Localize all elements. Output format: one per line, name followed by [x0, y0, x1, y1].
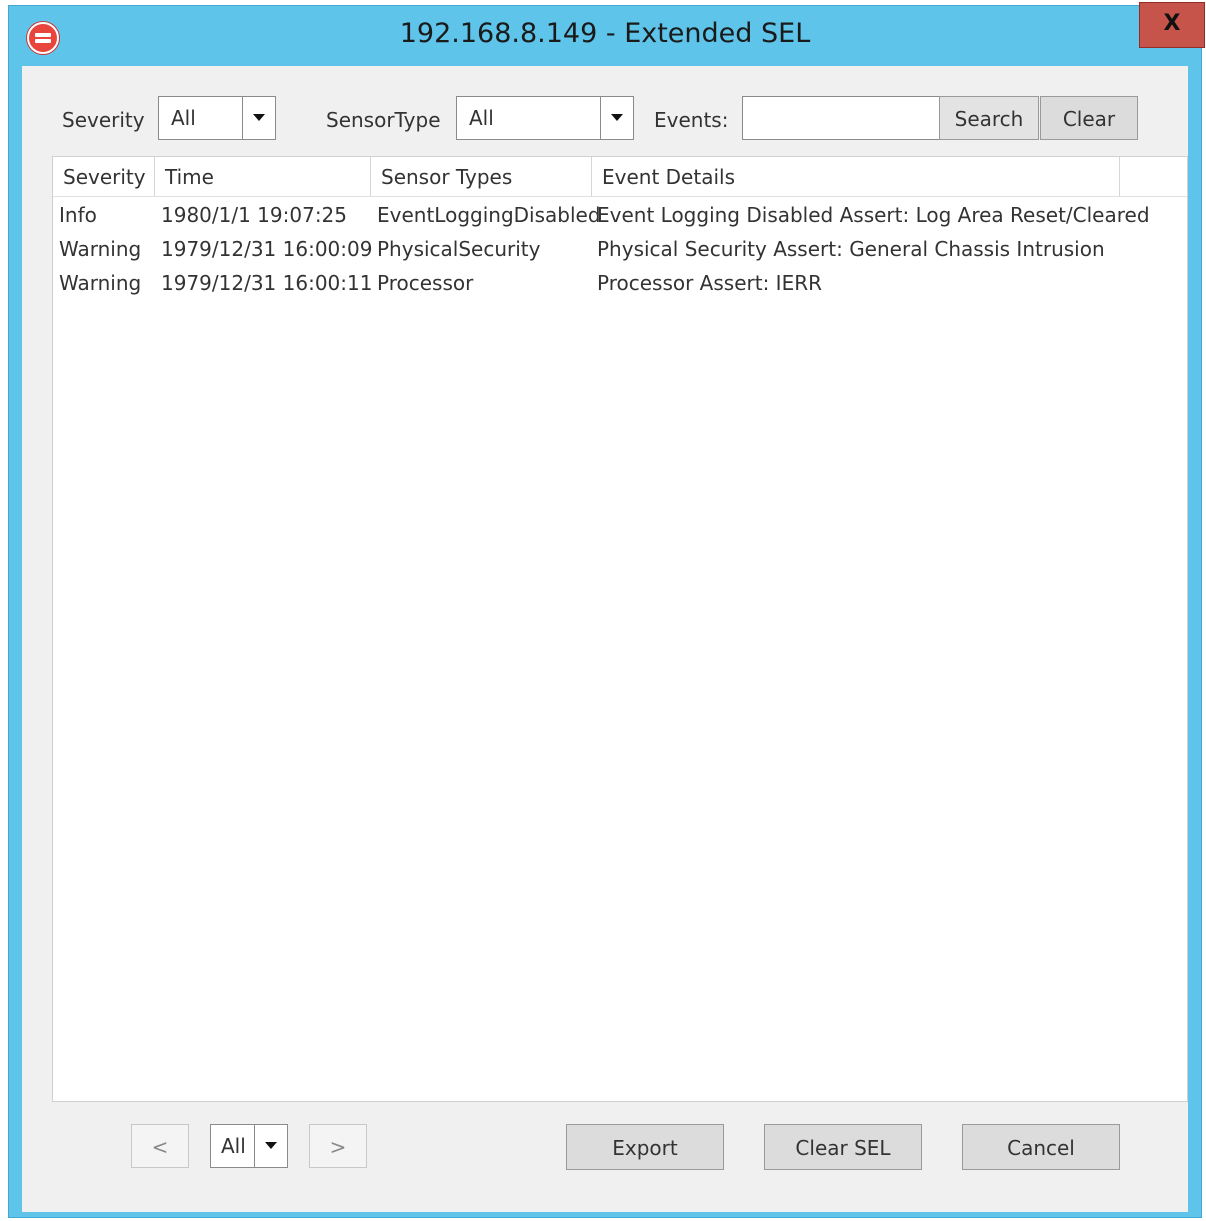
- next-page-button[interactable]: >: [309, 1124, 367, 1168]
- footer: < All > Export Clear SEL Cancel: [22, 1106, 1188, 1206]
- clear-sel-button[interactable]: Clear SEL: [764, 1124, 922, 1170]
- chevron-down-icon[interactable]: [242, 97, 275, 139]
- table-row[interactable]: Warning 1979/12/31 16:00:11 Processor Pr…: [53, 267, 1187, 301]
- cell-sensor-type: Processor: [377, 271, 474, 295]
- cell-severity: Warning: [59, 237, 142, 261]
- window-title: 192.168.8.149 - Extended SEL: [399, 18, 811, 49]
- page-value: All: [221, 1134, 246, 1158]
- severity-dropdown[interactable]: All: [158, 96, 276, 140]
- search-button[interactable]: Search: [939, 96, 1039, 140]
- column-header-event-details[interactable]: Event Details: [592, 157, 1120, 197]
- extended-sel-window: 192.168.8.149 - Extended SEL X Severity …: [8, 2, 1205, 1218]
- cell-time: 1979/12/31 16:00:09: [161, 237, 373, 261]
- cell-event-details: Physical Security Assert: General Chassi…: [597, 237, 1105, 261]
- cancel-button[interactable]: Cancel: [962, 1124, 1120, 1170]
- export-button[interactable]: Export: [566, 1124, 724, 1170]
- cell-event-details: Processor Assert: IERR: [597, 271, 822, 295]
- cell-time: 1980/1/1 19:07:25: [161, 203, 348, 227]
- page-dropdown[interactable]: All: [210, 1124, 288, 1168]
- table-header: Severity Time Sensor Types Event Details: [53, 157, 1187, 197]
- chevron-down-icon[interactable]: [600, 97, 633, 139]
- cell-severity: Info: [59, 203, 97, 227]
- sensortype-dropdown[interactable]: All: [456, 96, 634, 140]
- column-header-time[interactable]: Time: [155, 157, 371, 197]
- table-row[interactable]: Info 1980/1/1 19:07:25 EventLoggingDisab…: [53, 199, 1187, 233]
- column-header-sensor-types[interactable]: Sensor Types: [371, 157, 592, 197]
- close-button[interactable]: X: [1139, 2, 1205, 48]
- cell-sensor-type: EventLoggingDisabled: [377, 203, 601, 227]
- event-log-table: Severity Time Sensor Types Event Details…: [52, 156, 1188, 1102]
- events-label: Events:: [654, 108, 729, 132]
- events-search-input[interactable]: [742, 96, 940, 140]
- cell-sensor-type: PhysicalSecurity: [377, 237, 541, 261]
- previous-page-button[interactable]: <: [131, 1124, 189, 1168]
- severity-value: All: [171, 106, 196, 130]
- cell-time: 1979/12/31 16:00:11: [161, 271, 373, 295]
- sensortype-value: All: [469, 106, 494, 130]
- clear-button[interactable]: Clear: [1040, 96, 1138, 140]
- cell-event-details: Event Logging Disabled Assert: Log Area …: [597, 203, 1150, 227]
- table-row[interactable]: Warning 1979/12/31 16:00:09 PhysicalSecu…: [53, 233, 1187, 267]
- dialog-body: Severity All SensorType All Events: Sear…: [22, 66, 1188, 1212]
- cell-severity: Warning: [59, 271, 142, 295]
- chevron-down-icon[interactable]: [254, 1125, 287, 1167]
- sensortype-label: SensorType: [326, 108, 441, 132]
- severity-label: Severity: [62, 108, 145, 132]
- title-bar[interactable]: 192.168.8.149 - Extended SEL X: [9, 2, 1205, 64]
- column-header-severity[interactable]: Severity: [53, 157, 155, 197]
